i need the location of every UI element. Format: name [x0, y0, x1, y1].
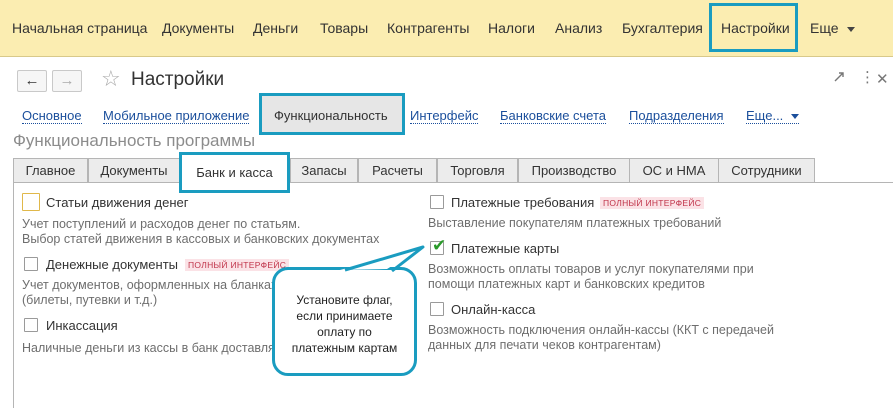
forward-button[interactable]: → [52, 70, 82, 92]
callout-line: платежным картам [291, 341, 398, 355]
tab-fixed-assets[interactable]: ОС и НМА [629, 158, 719, 183]
callout-line: Установите флаг, [296, 293, 393, 307]
tab-settlements[interactable]: Расчеты [358, 158, 437, 183]
back-button[interactable]: ← [17, 70, 47, 92]
section-link-more[interactable]: Еще... [746, 108, 800, 124]
menu-accounting[interactable]: Бухгалтерия [622, 20, 703, 36]
cash-documents-desc-2: (билеты, путевки и т.д.) [22, 293, 158, 307]
section-link-interface[interactable]: Интерфейс [410, 108, 479, 124]
section-link-mobile-app[interactable]: Мобильное приложение [103, 108, 250, 124]
menu-money[interactable]: Деньги [253, 20, 298, 36]
full-interface-badge: ПОЛНЫЙ ИНТЕРФЕЙС [600, 197, 705, 209]
callout-text: Установите флаг, если принимаете оплату … [275, 292, 414, 356]
checkbox-collection[interactable] [24, 318, 38, 332]
window-title: Настройки [131, 69, 225, 90]
page-heading: Функциональность программы [13, 131, 256, 150]
section-link-main[interactable]: Основное [22, 108, 82, 124]
cash-flow-items-label: Статьи движения денег [46, 195, 189, 210]
section-link-more-label: Еще... [746, 108, 784, 123]
tab-bank-cash[interactable]: Банк и касса [179, 152, 290, 193]
favorite-star-icon[interactable]: ☆ [101, 66, 121, 92]
payment-cards-label: Платежные карты [451, 241, 560, 256]
payment-cards-desc-2: помощи платежных карт и банковских креди… [428, 277, 705, 291]
online-cash-register-desc: Возможность подключения онлайн-кассы (КК… [428, 323, 774, 337]
cash-documents-desc: Учет документов, оформленных на бланках [22, 278, 278, 292]
link-icon[interactable] [832, 70, 846, 88]
checkbox-online-cash-register[interactable] [430, 302, 444, 316]
arrow-left-icon: ← [24, 72, 40, 89]
close-icon[interactable]: ✕ [876, 70, 889, 88]
cash-flow-items-desc: Учет поступлений и расходов денег по ста… [22, 217, 301, 231]
collection-desc: Наличные деньги из кассы в банк доставля… [22, 341, 303, 355]
checkmark-icon: ✔ [432, 236, 447, 255]
cash-documents-label: Денежные документы [46, 257, 179, 272]
checkbox-cash-flow-items[interactable] [22, 193, 40, 211]
tab-documents[interactable]: Документы [88, 158, 180, 183]
arrow-right-icon: → [59, 72, 75, 89]
section-link-departments[interactable]: Подразделения [629, 108, 724, 124]
menu-analysis[interactable]: Анализ [555, 20, 602, 36]
cash-flow-items-desc-2: Выбор статей движения в кассовых и банко… [22, 232, 380, 246]
section-link-functionality[interactable]: Функциональность [259, 93, 405, 135]
callout-line: оплату по [317, 325, 372, 339]
online-cash-register-desc-2: данных для печати чеков контрагентам) [428, 338, 661, 352]
payment-requests-desc: Выставление покупателям платежных требов… [428, 216, 722, 230]
tab-main[interactable]: Главное [13, 158, 88, 183]
tab-employees[interactable]: Сотрудники [718, 158, 815, 183]
tab-trade[interactable]: Торговля [437, 158, 518, 183]
tab-inventory[interactable]: Запасы [290, 158, 358, 183]
checkbox-payment-requests[interactable] [430, 195, 444, 209]
content-border [13, 182, 14, 408]
section-link-functionality-label: Функциональность [274, 108, 388, 123]
menu-more-label: Еще [810, 20, 839, 36]
menu-counterparties[interactable]: Контрагенты [387, 20, 469, 36]
collection-label: Инкассация [46, 318, 118, 333]
settings-highlight [709, 3, 798, 52]
online-cash-register-label: Онлайн-касса [451, 302, 536, 317]
menu-more[interactable]: Еще [810, 20, 855, 36]
menu-taxes[interactable]: Налоги [488, 20, 535, 36]
checkbox-cash-documents[interactable] [24, 257, 38, 271]
payment-cards-desc: Возможность оплаты товаров и услуг покуп… [428, 262, 754, 276]
payment-requests-label: Платежные требования [451, 195, 595, 210]
tab-production[interactable]: Производство [518, 158, 630, 183]
section-link-bank-accounts[interactable]: Банковские счета [500, 108, 607, 124]
callout-line: если принимаете [296, 309, 393, 323]
full-interface-badge: ПОЛНЫЙ ИНТЕРФЕЙС [185, 259, 290, 271]
hint-callout: Установите флаг, если принимаете оплату … [272, 267, 417, 376]
chevron-down-icon [846, 26, 855, 32]
more-menu-icon[interactable]: ⋮ [860, 68, 875, 86]
menu-home[interactable]: Начальная страница [12, 20, 147, 36]
menu-documents[interactable]: Документы [162, 20, 234, 36]
checkbox-payment-cards[interactable]: ✔ [430, 236, 446, 255]
chevron-down-icon [791, 114, 800, 120]
menu-goods[interactable]: Товары [320, 20, 368, 36]
